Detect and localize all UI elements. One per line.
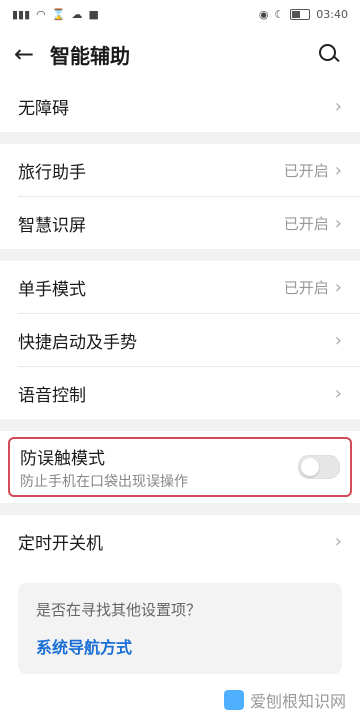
row-shortcuts-gestures[interactable]: 快捷启动及手势 ›: [0, 314, 360, 366]
chevron-right-icon: ›: [334, 276, 342, 298]
status-bar: ▮▮▮ ◠ ⌛ ☁ ■ ◉ ☾ 03:40: [0, 0, 360, 28]
row-label: 旅行助手: [18, 162, 86, 183]
row-accessibility[interactable]: 无障碍 ›: [0, 80, 360, 132]
row-scheduled-power[interactable]: 定时开关机 ›: [0, 515, 360, 567]
row-status: 已开启: [283, 214, 329, 233]
header: ← 智能辅助: [0, 28, 360, 80]
status-right: ◉ ☾ 03:40: [259, 8, 348, 21]
row-label: 智慧识屏: [18, 215, 86, 236]
cloud-icon: ☁: [71, 7, 83, 21]
watermark-text: 爱刨根知识网: [249, 692, 346, 711]
watermark: 爱刨根知识网: [223, 688, 346, 712]
anti-touch-texts: 防误触模式 防止手机在口袋出现误操作: [20, 444, 298, 491]
hourglass-icon: ⌛: [51, 7, 66, 21]
section-gap: [0, 132, 360, 144]
row-travel-assistant[interactable]: 旅行助手 已开启 ›: [0, 144, 360, 196]
row-status: 已开启: [283, 278, 329, 297]
row-label: 单手模式: [18, 279, 86, 300]
section-gap: [0, 249, 360, 261]
row-label: 快捷启动及手势: [18, 332, 137, 353]
row-description: 防止手机在口袋出现误操作: [20, 473, 188, 490]
app-icon: ■: [88, 7, 99, 21]
system-navigation-link[interactable]: 系统导航方式: [36, 634, 324, 658]
row-label: 语音控制: [18, 385, 86, 406]
chevron-right-icon: ›: [334, 382, 342, 404]
row-anti-touch-mode[interactable]: 防误触模式 防止手机在口袋出现误操作: [8, 437, 352, 497]
page-title: 智能辅助: [50, 43, 130, 68]
row-smart-screen[interactable]: 智慧识屏 已开启 ›: [0, 197, 360, 249]
row-voice-control[interactable]: 语音控制 ›: [0, 367, 360, 419]
status-time: 03:40: [316, 7, 348, 21]
row-one-hand-mode[interactable]: 单手模式 已开启 ›: [0, 261, 360, 313]
suggestion-card: 是否在寻找其他设置项？ 系统导航方式: [18, 583, 342, 674]
chevron-right-icon: ›: [334, 212, 342, 234]
search-icon[interactable]: [316, 41, 342, 67]
wifi-icon: ◠: [36, 7, 46, 21]
chevron-right-icon: ›: [334, 95, 342, 117]
moon-icon: ☾: [274, 7, 285, 21]
status-left: ▮▮▮ ◠ ⌛ ☁ ■: [12, 8, 99, 21]
chevron-right-icon: ›: [334, 329, 342, 351]
chevron-right-icon: ›: [334, 159, 342, 181]
suggestion-question: 是否在寻找其他设置项？: [36, 601, 202, 619]
chevron-right-icon: ›: [334, 530, 342, 552]
battery-icon: [290, 8, 311, 20]
section-gap: [0, 503, 360, 515]
watermark-logo-icon: [223, 690, 244, 710]
anti-touch-toggle[interactable]: [298, 455, 340, 479]
row-label: 定时开关机: [18, 533, 103, 554]
row-status: 已开启: [283, 161, 329, 180]
row-label: 无障碍: [18, 98, 69, 119]
row-label: 防误触模式: [20, 448, 105, 469]
eye-icon: ◉: [258, 7, 269, 21]
section-gap: [0, 419, 360, 431]
signal-icon: ▮▮▮: [12, 7, 31, 21]
toggle-knob: [301, 458, 319, 476]
back-button[interactable]: ←: [14, 40, 50, 68]
